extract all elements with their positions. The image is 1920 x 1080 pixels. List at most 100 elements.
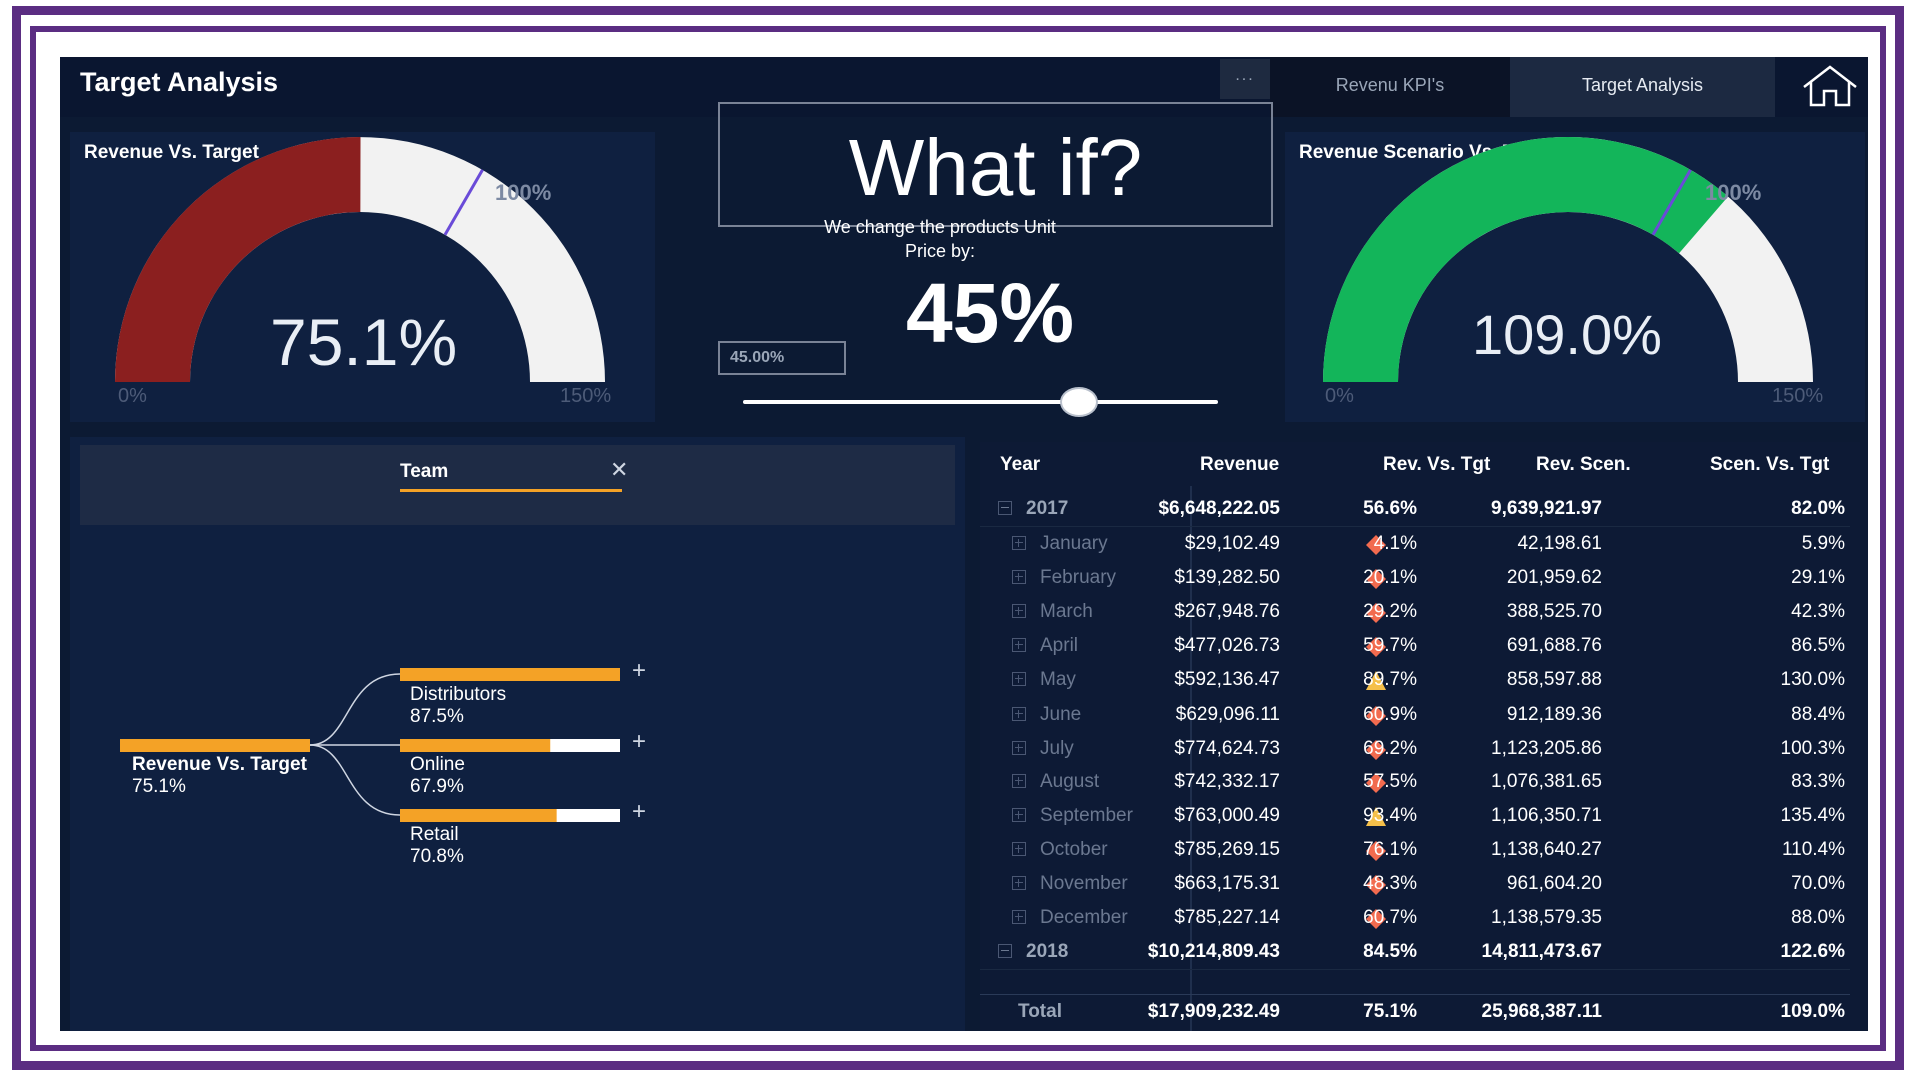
revenue-cell: $6,648,222.05 [1158, 498, 1280, 519]
rev-vs-tgt-cell: 57.5% [1363, 771, 1417, 792]
row-label-text: August [1040, 771, 1100, 792]
collapse-icon[interactable] [998, 944, 1012, 958]
row-label[interactable]: July [1012, 738, 1074, 760]
expand-icon[interactable] [1012, 707, 1026, 721]
col-header-rev-vs-tgt[interactable]: Rev. Vs. Tgt [1383, 454, 1490, 476]
expand-icon[interactable] [1012, 638, 1026, 652]
retail-node-label: Retail 70.8% [410, 824, 464, 868]
row-label-text: April [1040, 635, 1079, 656]
row-label[interactable]: September [1012, 805, 1133, 827]
row-label[interactable]: November [1012, 873, 1128, 895]
row-label[interactable]: October [1012, 839, 1108, 861]
root-node-name: Revenue Vs. Target [132, 754, 307, 775]
tab-revenu-kpis[interactable]: Revenu KPI's [1270, 57, 1510, 117]
rev-scen-cell: 9,639,921.97 [1491, 498, 1602, 519]
row-label[interactable]: January [1012, 533, 1108, 555]
child-bar-fill [400, 809, 557, 822]
expand-distributors-button[interactable]: + [632, 657, 646, 685]
root-node-label: Revenue Vs. Target 75.1% [132, 754, 307, 798]
distributors-node-value: 87.5% [410, 706, 464, 727]
total-rev-vs-tgt: 75.1% [1363, 1001, 1417, 1022]
rev-scen-cell: 14,811,473.67 [1481, 941, 1602, 962]
year-row: 2017 $6,648,222.05 56.6% 9,639,921.97 82.0% [980, 492, 1850, 527]
online-node-name: Online [410, 754, 465, 775]
revenue-cell: $139,282.50 [1174, 567, 1280, 588]
scen-vs-tgt-cell: 86.5% [1791, 635, 1845, 656]
expand-icon[interactable] [1012, 910, 1026, 924]
revenue-cell: $10,214,809.43 [1147, 941, 1280, 962]
retail-node-name: Retail [410, 824, 459, 845]
revenue-cell: $763,000.49 [1174, 805, 1280, 826]
row-label[interactable]: 2018 [998, 941, 1068, 963]
col-header-year[interactable]: Year [1000, 454, 1040, 476]
gauge-value: 109.0% [1472, 303, 1662, 366]
rev-vs-tgt-cell: 76.1% [1363, 839, 1417, 860]
total-scen-vs-tgt: 109.0% [1780, 1001, 1845, 1022]
online-node-label: Online 67.9% [410, 754, 465, 798]
revenue-cell: $592,136.47 [1174, 669, 1280, 690]
expand-icon[interactable] [1012, 808, 1026, 822]
rev-vs-tgt-cell: 93.4% [1363, 805, 1417, 826]
row-label[interactable]: June [1012, 704, 1081, 726]
row-label[interactable]: February [1012, 567, 1116, 589]
scen-vs-tgt-cell: 5.9% [1801, 533, 1845, 554]
revenue-scenario-gauge [1323, 136, 1813, 382]
rev-vs-tgt-cell: 59.7% [1363, 635, 1417, 656]
col-header-scen-vs-tgt[interactable]: Scen. Vs. Tgt [1710, 454, 1829, 476]
row-label[interactable]: August [1012, 771, 1099, 793]
year-row: 2018 $10,214,809.43 84.5% 14,811,473.67 122.… [980, 935, 1850, 970]
row-label[interactable]: 2017 [998, 498, 1068, 520]
rev-scen-cell: 1,076,381.65 [1491, 771, 1602, 792]
revenue-cell: $663,175.31 [1174, 873, 1280, 894]
rev-scen-cell: 858,597.88 [1506, 669, 1602, 690]
col-header-revenue[interactable]: Revenue [1200, 454, 1279, 476]
col-header-rev-scen[interactable]: Rev. Scen. [1536, 454, 1631, 476]
month-row: August $742,332.17 57.5% 1,076,381.65 83.3% [980, 765, 1850, 799]
scen-vs-tgt-cell: 88.4% [1791, 704, 1845, 725]
month-row: February $139,282.50 20.1% 201,959.62 29.1% [980, 561, 1850, 595]
expand-icon[interactable] [1012, 774, 1026, 788]
row-label-text: May [1040, 669, 1076, 690]
row-label[interactable]: December [1012, 907, 1128, 929]
row-label-text: November [1040, 873, 1128, 894]
tree-connector [309, 744, 401, 816]
rev-scen-cell: 201,959.62 [1506, 567, 1602, 588]
rev-vs-tgt-cell: 4.1% [1373, 533, 1417, 554]
retail-node-value: 70.8% [410, 846, 464, 867]
expand-online-button[interactable]: + [632, 728, 646, 756]
expand-icon[interactable] [1012, 741, 1026, 755]
more-options-button[interactable]: ... [1220, 59, 1270, 99]
expand-icon[interactable] [1012, 876, 1026, 890]
revenue-cell: $629,096.11 [1175, 704, 1280, 725]
revenue-cell: $477,026.73 [1174, 635, 1280, 656]
total-revenue: $17,909,232.49 [1147, 1001, 1280, 1022]
row-label[interactable]: April [1012, 635, 1078, 657]
child-bar-fill [400, 739, 551, 752]
expand-icon[interactable] [1012, 842, 1026, 856]
expand-icon[interactable] [1012, 536, 1026, 550]
expand-icon[interactable] [1012, 570, 1026, 584]
tree-connector [309, 673, 401, 746]
expand-icon[interactable] [1012, 672, 1026, 686]
tab-target-analysis[interactable]: Target Analysis [1510, 57, 1775, 117]
expand-icon[interactable] [1012, 604, 1026, 618]
home-icon[interactable] [1800, 63, 1860, 109]
row-label-text: June [1040, 704, 1082, 725]
rev-scen-cell: 961,604.20 [1506, 873, 1602, 894]
month-row: December $785,227.14 60.7% 1,138,579.35 88.0… [980, 901, 1850, 935]
month-row: March $267,948.76 29.2% 388,525.70 42.3% [980, 595, 1850, 629]
row-label-text: October [1040, 839, 1108, 860]
gauge-target-label: 100% [1705, 180, 1762, 205]
decomposition-tree [120, 668, 620, 822]
row-label[interactable]: May [1012, 669, 1076, 691]
rev-vs-tgt-cell: 69.2% [1363, 738, 1417, 759]
collapse-icon[interactable] [998, 501, 1012, 515]
row-label-text: December [1040, 907, 1128, 928]
revenue-cell: $785,227.14 [1174, 907, 1280, 928]
month-row: July $774,624.73 69.2% 1,123,205.86 100.3% [980, 732, 1850, 766]
expand-retail-button[interactable]: + [632, 798, 646, 826]
row-label[interactable]: March [1012, 601, 1093, 623]
scen-vs-tgt-cell: 82.0% [1791, 498, 1845, 519]
price-change-slider-thumb[interactable] [1060, 387, 1098, 417]
gauge-max-label: 150% [1772, 385, 1824, 407]
